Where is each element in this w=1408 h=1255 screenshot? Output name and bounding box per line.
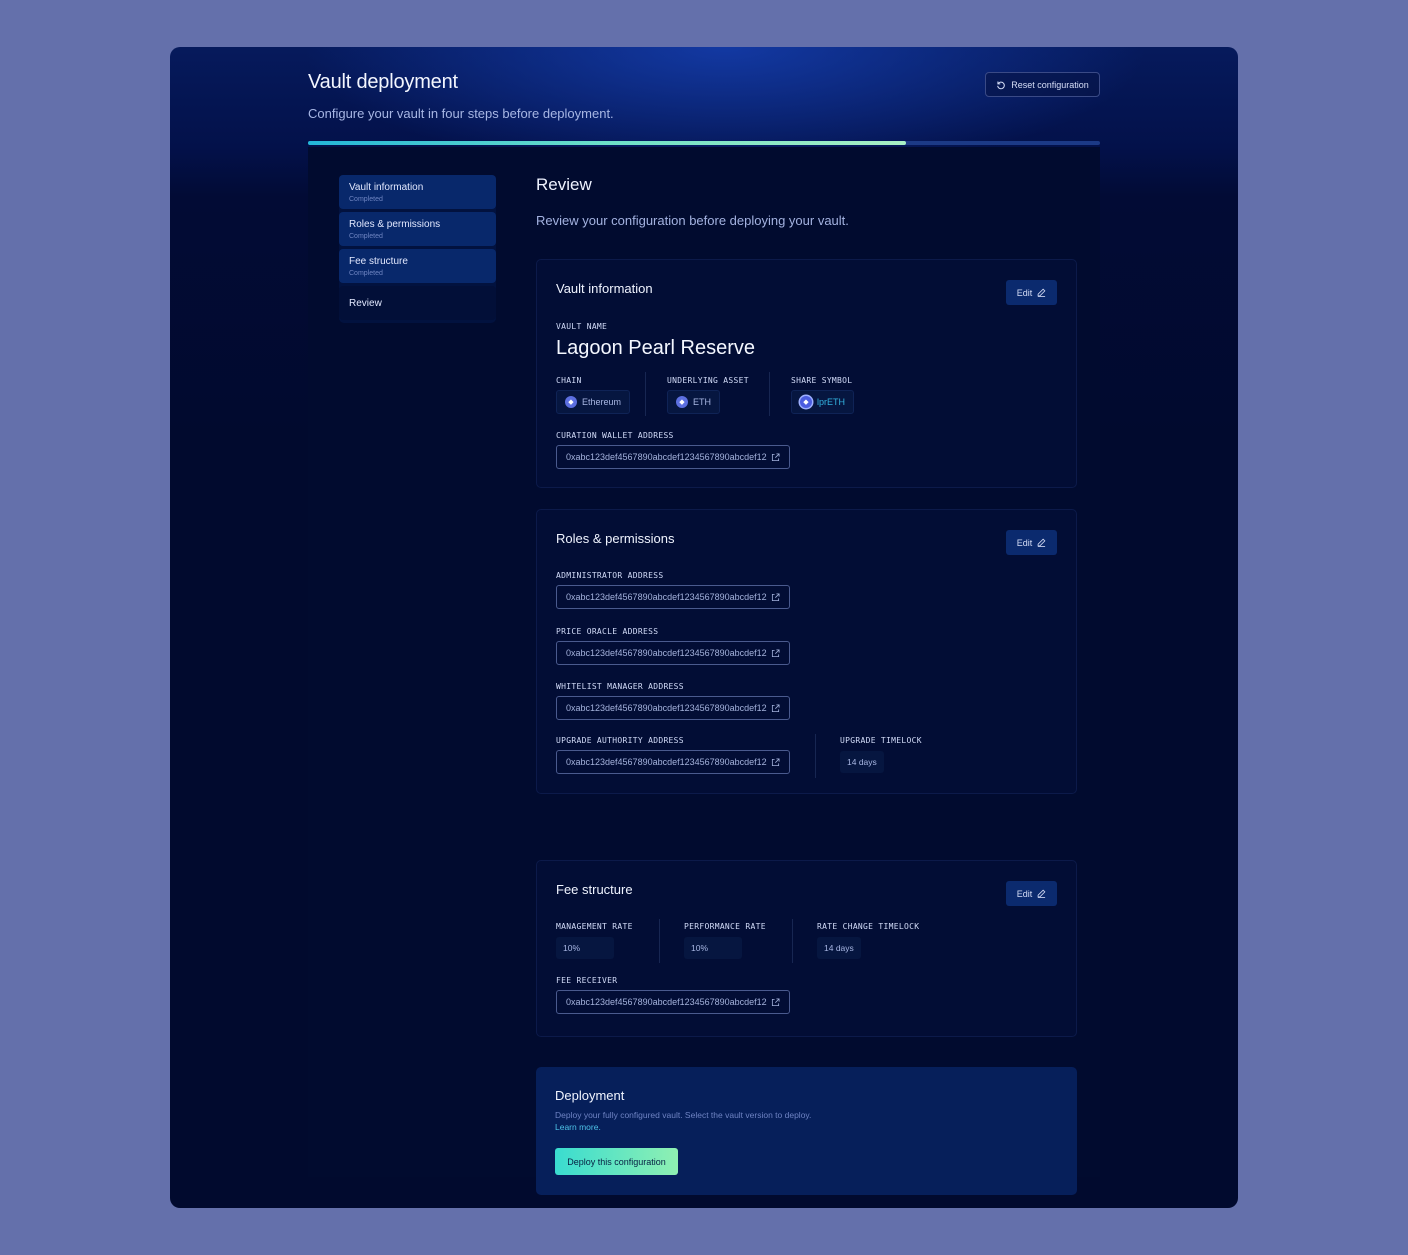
administrator-address-label: ADMINISTRATOR ADDRESS <box>556 571 664 580</box>
edit-roles-button[interactable]: Edit <box>1006 530 1057 555</box>
deployment-description-text: Deploy your fully configured vault. Sele… <box>555 1110 812 1120</box>
external-link-icon[interactable] <box>771 592 780 602</box>
progress-fill <box>308 141 906 145</box>
address-text: 0xabc123def4567890abcdef1234567890abcdef… <box>566 648 767 658</box>
underlying-asset-value: ◆ ETH <box>667 390 720 414</box>
upgrade-timelock-value: 14 days <box>840 751 884 773</box>
address-text: 0xabc123def4567890abcdef1234567890abcdef… <box>566 703 767 713</box>
price-oracle-address-label: PRICE ORACLE ADDRESS <box>556 627 659 636</box>
review-title: Review <box>536 175 592 194</box>
divider <box>792 919 793 963</box>
lpreth-icon: ◆ <box>800 396 812 408</box>
step-fee-structure[interactable]: Fee structure Completed <box>339 249 496 283</box>
external-link-icon[interactable] <box>771 757 780 767</box>
stepper: Vault information Completed Roles & perm… <box>339 175 496 323</box>
share-symbol-label: SHARE SYMBOL <box>791 376 853 385</box>
whitelist-manager-address-label: WHITELIST MANAGER ADDRESS <box>556 682 684 691</box>
review-subtitle: Review your configuration before deployi… <box>536 213 849 228</box>
external-link-icon[interactable] <box>771 648 780 658</box>
asset-text: ETH <box>693 397 711 407</box>
upgrade-authority-address[interactable]: 0xabc123def4567890abcdef1234567890abcdef… <box>556 750 790 774</box>
chain-label: CHAIN <box>556 376 582 385</box>
rate-change-timelock-value: 14 days <box>817 937 861 959</box>
fee-receiver-address[interactable]: 0xabc123def4567890abcdef1234567890abcdef… <box>556 990 790 1014</box>
address-text: 0xabc123def4567890abcdef1234567890abcdef… <box>566 997 767 1007</box>
edit-label: Edit <box>1016 287 1033 298</box>
edit-label: Edit <box>1016 888 1033 899</box>
external-link-icon[interactable] <box>771 452 780 462</box>
pencil-icon <box>1037 288 1046 297</box>
upgrade-timelock-label: UPGRADE TIMELOCK <box>840 736 922 745</box>
performance-rate-label: PERFORMANCE RATE <box>684 922 766 931</box>
step-label: Vault information <box>349 182 424 193</box>
edit-fee-structure-button[interactable]: Edit <box>1006 881 1057 906</box>
management-rate-label: MANAGEMENT RATE <box>556 922 633 931</box>
chain-value: ◆ Ethereum <box>556 390 631 414</box>
step-status: Completed <box>349 270 383 277</box>
vault-name: Lagoon Pearl Reserve <box>556 337 756 359</box>
eth-icon: ◆ <box>676 396 688 408</box>
page-subtitle: Configure your vault in four steps befor… <box>308 106 614 121</box>
performance-rate-value: 10% <box>684 937 742 959</box>
content-area: Vault information Completed Roles & perm… <box>308 147 1100 1195</box>
learn-more-link[interactable]: Learn more. <box>555 1122 601 1132</box>
vault-name-label: VAULT NAME <box>556 322 608 331</box>
deployment-description: Deploy your fully configured vault. Sele… <box>555 1109 815 1133</box>
management-rate-value: 10% <box>556 937 614 959</box>
progress-bar <box>308 141 1100 145</box>
fee-structure-card: Fee structure Edit MANAGEMENT RATE 10% P… <box>536 860 1077 1037</box>
pencil-icon <box>1037 538 1046 547</box>
price-oracle-address[interactable]: 0xabc123def4567890abcdef1234567890abcdef… <box>556 641 790 665</box>
underlying-asset-label: UNDERLYING ASSET <box>667 376 749 385</box>
deployment-title: Deployment <box>555 1088 625 1103</box>
app-window: Vault deployment Configure your vault in… <box>170 47 1238 1208</box>
card-title: Fee structure <box>556 882 633 897</box>
external-link-icon[interactable] <box>771 997 780 1007</box>
share-symbol-value: ◆ lprETH <box>791 390 855 414</box>
roles-permissions-card: Roles & permissions Edit ADMINISTRATOR A… <box>536 509 1077 794</box>
reset-configuration-label: Reset configuration <box>1011 79 1089 90</box>
whitelist-manager-address[interactable]: 0xabc123def4567890abcdef1234567890abcdef… <box>556 696 790 720</box>
address-text: 0xabc123def4567890abcdef1234567890abcdef… <box>566 592 767 602</box>
administrator-address[interactable]: 0xabc123def4567890abcdef1234567890abcdef… <box>556 585 790 609</box>
page-title: Vault deployment <box>308 71 458 93</box>
edit-label: Edit <box>1016 537 1033 548</box>
divider <box>645 372 646 416</box>
fee-receiver-label: FEE RECEIVER <box>556 976 618 985</box>
vault-information-card: Vault information Edit VAULT NAME Lagoon… <box>536 259 1077 488</box>
divider <box>659 919 660 963</box>
upgrade-authority-address-label: UPGRADE AUTHORITY ADDRESS <box>556 736 684 745</box>
external-link-icon[interactable] <box>771 703 780 713</box>
reset-icon <box>997 81 1006 89</box>
card-title: Roles & permissions <box>556 531 675 546</box>
step-status: Completed <box>349 196 383 203</box>
chain-text: Ethereum <box>582 397 622 407</box>
step-label: Fee structure <box>349 256 408 267</box>
address-text: 0xabc123def4567890abcdef1234567890abcdef… <box>566 757 767 767</box>
divider <box>769 372 770 416</box>
deploy-configuration-button[interactable]: Deploy this configuration <box>555 1148 678 1175</box>
edit-vault-information-button[interactable]: Edit <box>1006 280 1057 305</box>
step-label: Roles & permissions <box>349 219 441 230</box>
step-review[interactable]: Review <box>339 286 496 320</box>
curation-wallet-label: CURATION WALLET ADDRESS <box>556 431 674 440</box>
address-text: 0xabc123def4567890abcdef1234567890abcdef… <box>566 452 767 462</box>
rate-change-timelock-label: RATE CHANGE TIMELOCK <box>817 922 920 931</box>
step-status: Completed <box>349 233 383 240</box>
curation-wallet-address[interactable]: 0xabc123def4567890abcdef1234567890abcdef… <box>556 445 790 469</box>
share-text: lprETH <box>817 397 846 407</box>
step-roles-permissions[interactable]: Roles & permissions Completed <box>339 212 496 246</box>
step-vault-information[interactable]: Vault information Completed <box>339 175 496 209</box>
deployment-card: Deployment Deploy your fully configured … <box>536 1067 1077 1195</box>
card-title: Vault information <box>556 281 653 296</box>
reset-configuration-button[interactable]: Reset configuration <box>985 72 1100 97</box>
divider <box>815 734 816 778</box>
pencil-icon <box>1037 889 1046 898</box>
step-label: Review <box>349 297 382 309</box>
ethereum-icon: ◆ <box>565 396 577 408</box>
